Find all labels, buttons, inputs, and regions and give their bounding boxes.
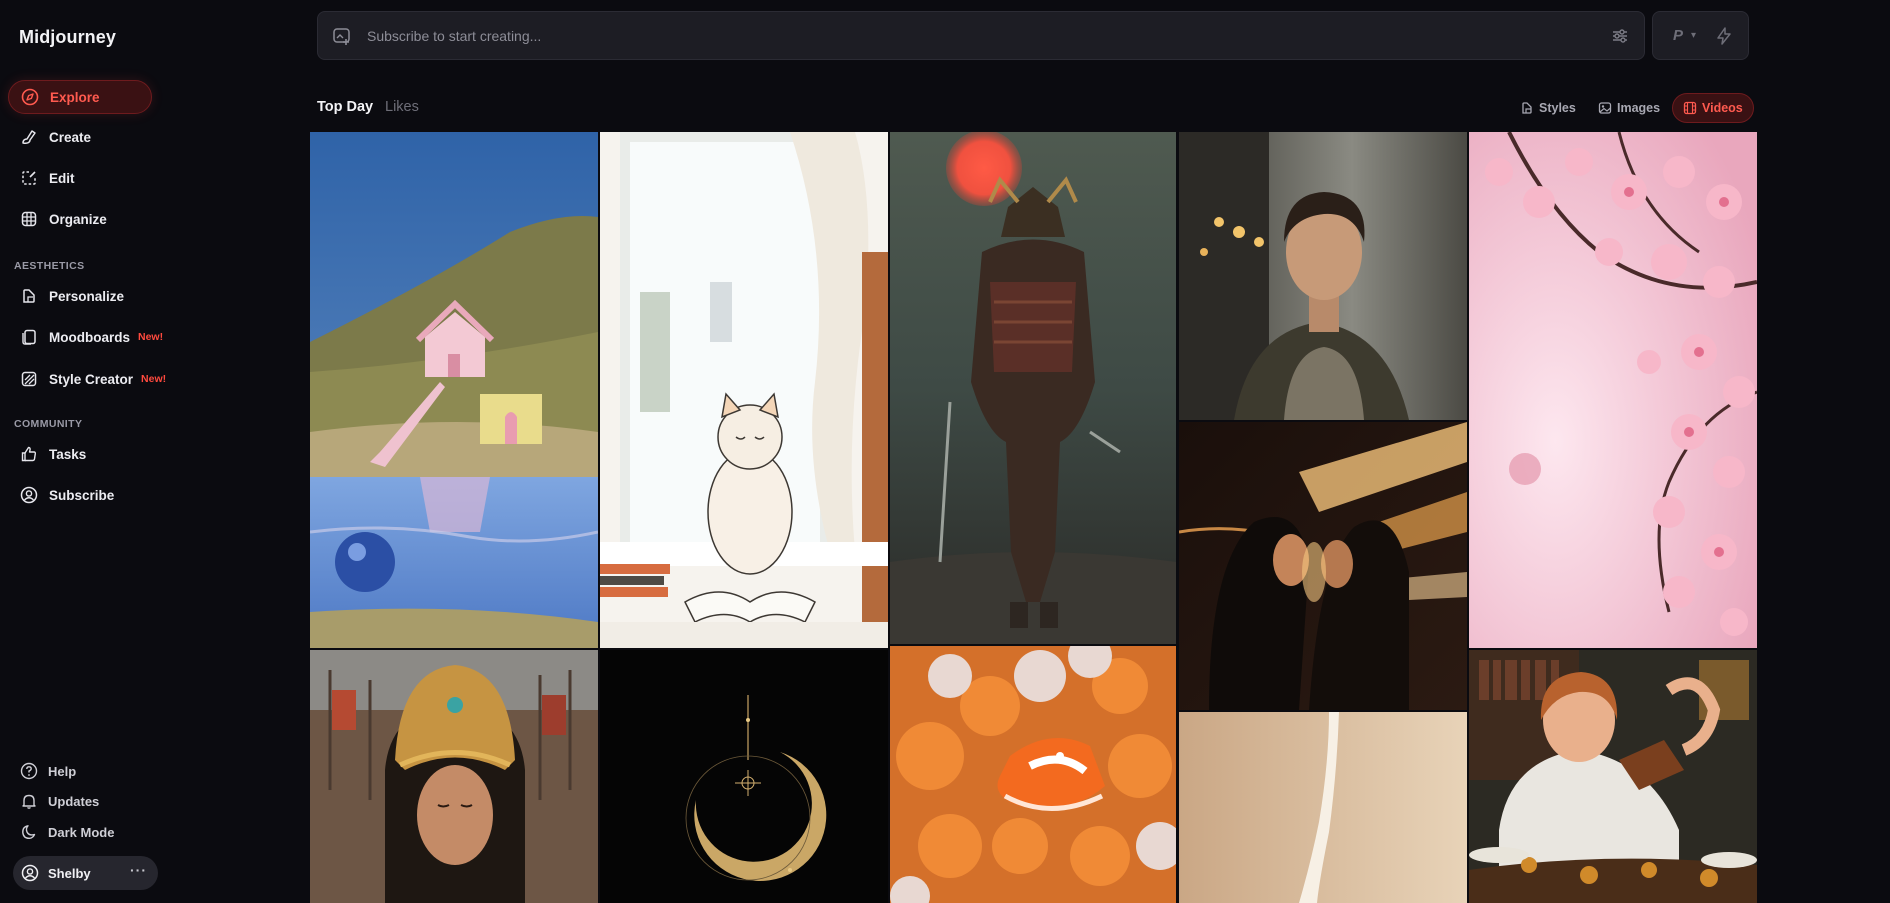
gallery-image-cherry-blossoms[interactable] xyxy=(1469,132,1757,648)
nav-create-label: Create xyxy=(49,129,92,145)
gallery-image-egyptian-queen[interactable] xyxy=(310,650,598,903)
more-options-icon[interactable]: ··· xyxy=(130,862,147,878)
gallery-image-beige-ribbon[interactable] xyxy=(1179,712,1467,903)
image-upload-icon[interactable] xyxy=(331,25,353,47)
dark-mode-label: Dark Mode xyxy=(48,824,115,840)
mode-letter: P xyxy=(1673,27,1684,44)
help-link[interactable]: Help xyxy=(19,759,76,783)
nav-organize[interactable]: Organize xyxy=(8,202,107,236)
gallery-image-golden-crescent-moon[interactable] xyxy=(600,650,888,903)
nav-moodboards[interactable]: Moodboards New! xyxy=(8,320,163,354)
edit-icon xyxy=(19,168,39,188)
lightning-icon[interactable] xyxy=(1714,26,1734,46)
nav-personalize-label: Personalize xyxy=(49,288,125,304)
video-icon xyxy=(1683,101,1697,115)
styles-icon xyxy=(1520,101,1534,115)
dark-mode-toggle[interactable]: Dark Mode xyxy=(19,820,114,844)
image-icon xyxy=(1598,101,1612,115)
nav-explore-label: Explore xyxy=(50,89,100,105)
filter-styles-button[interactable]: Styles xyxy=(1510,93,1586,123)
sidebar: Midjourney Explore Create Edit Organize … xyxy=(0,0,300,903)
gallery-image-man-city-street[interactable] xyxy=(1179,132,1467,420)
filter-videos-button[interactable]: Videos xyxy=(1672,93,1754,123)
gallery-image-orange-sneaker-balloons[interactable] xyxy=(890,646,1176,903)
filter-styles-label: Styles xyxy=(1539,101,1576,115)
nav-style-creator[interactable]: Style Creator New! xyxy=(8,362,166,396)
compass-icon xyxy=(20,87,40,107)
tab-top-day[interactable]: Top Day xyxy=(317,99,373,115)
moodboard-icon xyxy=(19,327,39,347)
filter-images-label: Images xyxy=(1617,101,1661,115)
gallery-image-man-eating-feast[interactable] xyxy=(1469,650,1757,903)
section-label-aesthetics: AESTHETICS xyxy=(14,260,85,272)
gallery-image-hooded-couple-lights[interactable] xyxy=(1179,422,1467,710)
help-label: Help xyxy=(48,763,77,779)
brand-logo[interactable]: Midjourney xyxy=(19,27,116,48)
chevron-down-icon: ▾ xyxy=(1691,30,1697,41)
nav-edit-label: Edit xyxy=(49,170,75,186)
nav-subscribe-label: Subscribe xyxy=(49,487,115,503)
grid-icon xyxy=(19,209,39,229)
personalization-mode-selector[interactable]: P ▾ xyxy=(1652,11,1749,60)
nav-tasks-label: Tasks xyxy=(49,446,87,462)
filter-videos-label: Videos xyxy=(1702,101,1743,115)
nav-create[interactable]: Create xyxy=(8,120,91,154)
new-badge: New! xyxy=(141,373,167,385)
prompt-input[interactable]: Subscribe to start creating... xyxy=(367,28,541,44)
tab-likes[interactable]: Likes xyxy=(385,99,419,115)
nav-tasks[interactable]: Tasks xyxy=(8,437,86,471)
user-account-button[interactable]: Shelby ··· xyxy=(13,856,158,890)
user-circle-icon xyxy=(20,863,40,883)
style-creator-icon xyxy=(19,369,39,389)
user-name: Shelby xyxy=(48,865,91,881)
section-label-community: COMMUNITY xyxy=(14,418,83,430)
gallery-image-pink-house-hillside[interactable] xyxy=(310,132,598,648)
nav-organize-label: Organize xyxy=(49,211,107,227)
settings-sliders-icon[interactable] xyxy=(1610,26,1630,46)
nav-moodboards-label: Moodboards xyxy=(49,329,130,345)
nav-explore[interactable]: Explore xyxy=(8,80,152,114)
thumbs-up-icon xyxy=(19,444,39,464)
gallery-image-samurai-red-sun[interactable] xyxy=(890,132,1176,644)
moon-icon xyxy=(19,822,39,842)
filter-images-button[interactable]: Images xyxy=(1588,93,1670,123)
nav-subscribe[interactable]: Subscribe xyxy=(8,478,114,512)
bell-icon xyxy=(19,791,39,811)
updates-link[interactable]: Updates xyxy=(19,789,99,813)
help-icon xyxy=(19,761,39,781)
updates-label: Updates xyxy=(48,793,100,809)
nav-personalize[interactable]: Personalize xyxy=(8,279,124,313)
nav-edit[interactable]: Edit xyxy=(8,161,75,195)
gallery-image-cat-by-window[interactable] xyxy=(600,132,888,648)
user-circle-icon xyxy=(19,485,39,505)
brush-icon xyxy=(19,127,39,147)
new-badge: New! xyxy=(138,331,164,343)
prompt-bar[interactable]: Subscribe to start creating... xyxy=(317,11,1645,60)
personalize-icon xyxy=(19,286,39,306)
nav-style-creator-label: Style Creator xyxy=(49,371,134,387)
